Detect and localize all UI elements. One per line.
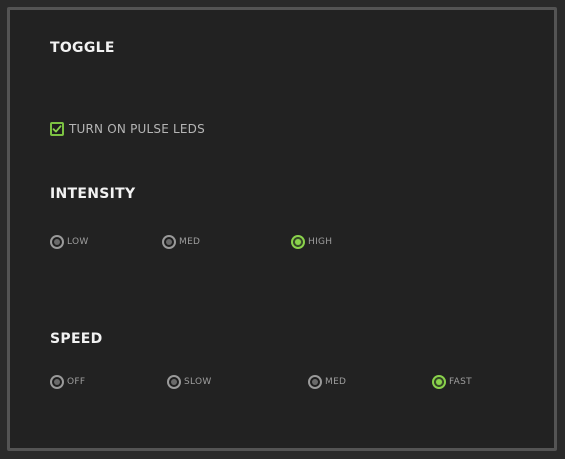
- checkbox-checked-icon[interactable]: [50, 122, 64, 136]
- intensity-med-label: MED: [179, 237, 201, 247]
- radio-selected-icon[interactable]: [432, 375, 446, 389]
- radio-unselected-icon[interactable]: [50, 235, 64, 249]
- toggle-section-title: TOGGLE: [50, 40, 115, 56]
- intensity-high-label: HIGH: [308, 237, 333, 247]
- radio-unselected-icon[interactable]: [50, 375, 64, 389]
- radio-unselected-icon[interactable]: [308, 375, 322, 389]
- intensity-radio-med[interactable]: MED: [162, 235, 200, 249]
- pulse-leds-label: TURN ON PULSE LEDS: [69, 122, 205, 136]
- settings-panel: TOGGLE TURN ON PULSE LEDS INTENSITY LOW …: [7, 7, 557, 451]
- speed-section-title: SPEED: [50, 331, 103, 347]
- intensity-radio-high[interactable]: HIGH: [291, 235, 332, 249]
- intensity-low-label: LOW: [67, 237, 89, 247]
- intensity-section-title: INTENSITY: [50, 186, 136, 202]
- radio-unselected-icon[interactable]: [167, 375, 181, 389]
- speed-slow-label: SLOW: [184, 377, 212, 387]
- pulse-leds-checkbox[interactable]: TURN ON PULSE LEDS: [50, 122, 205, 136]
- radio-selected-icon[interactable]: [291, 235, 305, 249]
- speed-off-label: OFF: [67, 377, 86, 387]
- intensity-radio-low[interactable]: LOW: [50, 235, 89, 249]
- speed-med-label: MED: [325, 377, 347, 387]
- radio-unselected-icon[interactable]: [162, 235, 176, 249]
- speed-radio-slow[interactable]: SLOW: [167, 375, 212, 389]
- speed-fast-label: FAST: [449, 377, 472, 387]
- speed-radio-fast[interactable]: FAST: [432, 375, 472, 389]
- speed-radio-off[interactable]: OFF: [50, 375, 85, 389]
- speed-radio-med[interactable]: MED: [308, 375, 346, 389]
